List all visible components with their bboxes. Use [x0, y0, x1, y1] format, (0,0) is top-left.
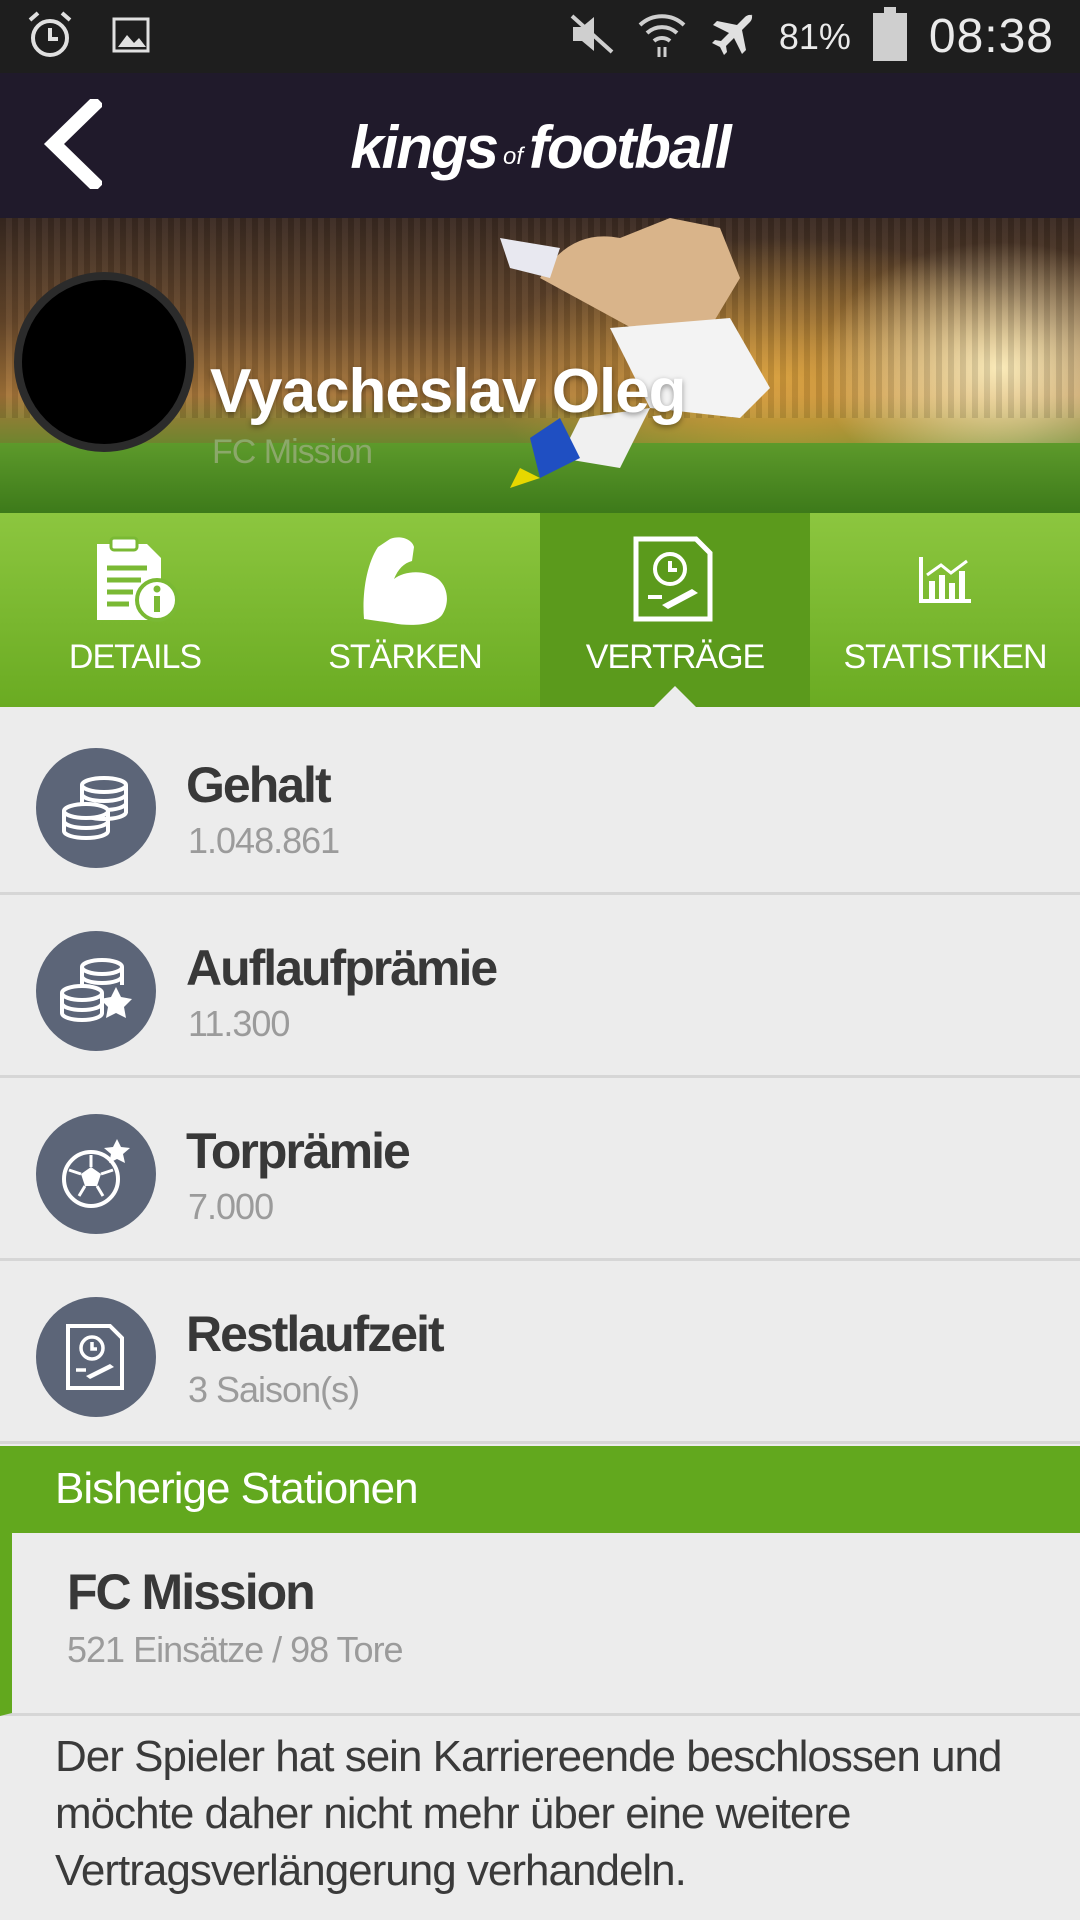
battery-icon	[872, 7, 907, 66]
app-bar: kings of football	[0, 73, 1080, 218]
app-logo: kings of football	[350, 114, 731, 181]
contract-value: 3 Saison(s)	[188, 1369, 360, 1410]
contract-value: 11.300	[188, 1003, 290, 1044]
station-stats: 521 Einsätze / 98 Tore	[67, 1629, 404, 1670]
chart-icon	[917, 530, 973, 630]
wifi-icon	[637, 9, 687, 64]
section-title: Bisherige Stationen	[55, 1464, 419, 1513]
player-name: Vyacheslav Oleg	[210, 357, 687, 426]
tab-details[interactable]: DETAILS	[0, 513, 270, 707]
list-item-torpraemie: Torprämie 7.000	[0, 1078, 1080, 1261]
list-item-auflaufpraemie: Auflaufprämie 11.300	[0, 895, 1080, 1078]
document-info-icon	[89, 530, 181, 630]
coins-star-icon	[36, 931, 156, 1051]
station-club: FC Mission	[67, 1564, 316, 1620]
player-club: FC Mission	[212, 433, 373, 471]
contract-value: 7.000	[188, 1186, 274, 1227]
football-star-icon	[36, 1114, 156, 1234]
contract-title: Auflaufprämie	[186, 940, 498, 996]
tab-statistiken-label: STATISTIKEN	[843, 638, 1047, 676]
tab-vertraege[interactable]: VERTRÄGE	[540, 513, 810, 708]
image-icon	[112, 17, 150, 58]
tab-staerken[interactable]: STÄRKEN	[270, 513, 540, 707]
tab-bar: DETAILS STÄRKEN VERTRÄGE STATISTIKEN	[0, 513, 1080, 708]
contract-clock-icon	[632, 530, 718, 630]
list-item-restlaufzeit: Restlaufzeit 3 Saison(s)	[0, 1261, 1080, 1444]
station-item: FC Mission 521 Einsätze / 98 Tore	[0, 1533, 1080, 1716]
clock: 08:38	[928, 10, 1054, 63]
mute-icon	[569, 13, 615, 60]
career-end-note: Der Spieler hat sein Karriereende beschl…	[55, 1732, 1002, 1895]
tab-statistiken[interactable]: STATISTIKEN	[810, 513, 1080, 707]
section-header-stations: Bisherige Stationen	[0, 1446, 1080, 1533]
contract-title: Restlaufzeit	[186, 1306, 445, 1362]
list-item-gehalt: Gehalt 1.048.861	[0, 712, 1080, 895]
contract-title: Gehalt	[186, 757, 332, 813]
tab-details-label: DETAILS	[68, 638, 202, 676]
bicep-icon	[360, 530, 450, 630]
avatar	[14, 272, 194, 452]
battery-percent: 81%	[778, 15, 851, 57]
tab-staerken-label: STÄRKEN	[328, 638, 483, 676]
airplane-icon	[709, 10, 757, 63]
contract-value: 1.048.861	[188, 820, 340, 861]
alarm-icon	[26, 10, 74, 65]
contract-title: Torprämie	[186, 1123, 411, 1179]
contract-clock-icon	[36, 1297, 156, 1417]
tab-vertraege-label: VERTRÄGE	[585, 638, 765, 676]
coins-icon	[36, 748, 156, 868]
status-bar: 81% 08:38	[0, 0, 1080, 73]
